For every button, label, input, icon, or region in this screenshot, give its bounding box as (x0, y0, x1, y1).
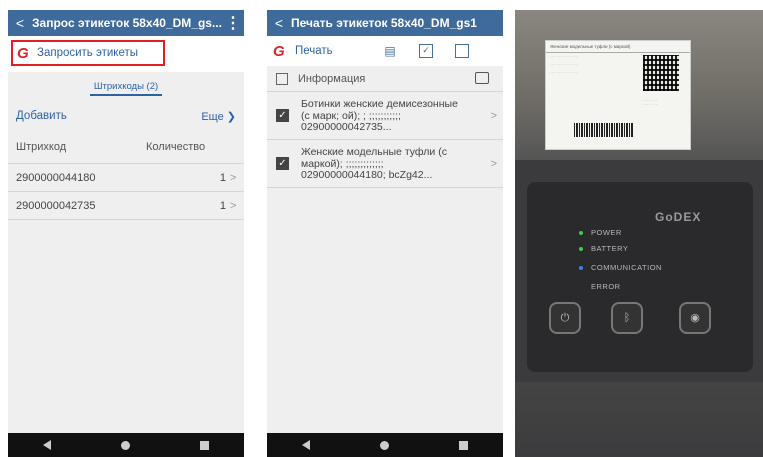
checkbox-checked[interactable]: ✓ (276, 109, 289, 122)
bluetooth-button-icon: ᛒ (611, 302, 643, 334)
barcode-cell: 2900000042735 (16, 199, 96, 212)
list-item[interactable]: ✓ Ботинки женские демисезонные (с марк; … (267, 92, 503, 140)
item-text: Ботинки женские демисезонные (с марк; ой… (301, 98, 458, 133)
back-arrow-icon[interactable]: < (267, 15, 291, 31)
barcode-cell: 2900000044180 (16, 171, 96, 184)
list-item[interactable]: ✓ Женские модельные туфли (с маркой); ;;… (267, 140, 503, 188)
app-bar: < Запрос этикеток 58х40_DM_gs... ⋮ (8, 10, 244, 36)
request-labels-button[interactable]: G Запросить этикеты (11, 40, 165, 66)
more-button[interactable]: Еще ❯ (201, 110, 236, 123)
toolbar: G Запросить этикеты (8, 36, 244, 72)
list-header: Информация (267, 66, 503, 92)
label-title: Женские модельные туфли (с маркой) (546, 41, 690, 53)
printer-icon[interactable] (475, 72, 489, 84)
nav-recent-icon[interactable] (459, 440, 468, 450)
printer-body (527, 182, 753, 372)
printer-photo: Женские модельные туфли (с маркой) · · ·… (515, 10, 763, 457)
chevron-right-icon: > (230, 171, 237, 184)
more-label: Еще (201, 110, 224, 123)
led-indicator-icon (579, 284, 583, 289)
led-indicator-icon (579, 246, 583, 251)
brand-logo-icon: G (273, 42, 285, 60)
table-header: Штрихкод Количество (8, 130, 244, 164)
select-all-icon[interactable]: ✓ (419, 44, 433, 58)
label-line: · · · · · · · · · · · · · (550, 71, 578, 75)
request-labels-screen: < Запрос этикеток 58х40_DM_gs... ⋮ G Зап… (8, 10, 244, 457)
barcode-list-icon[interactable]: ▤ (383, 44, 397, 58)
led-row: COMMUNICATION (579, 263, 662, 272)
led-label: ERROR (591, 282, 621, 291)
led-row: BATTERY (579, 244, 628, 253)
tab-barcodes[interactable]: Штрихкоды (2) (89, 79, 163, 96)
quantity-cell: 1 (219, 199, 226, 212)
led-row: POWER (579, 228, 622, 237)
copy-icon[interactable] (455, 44, 469, 58)
app-bar: < Печать этикеток 58х40_DM_gs1 (267, 10, 503, 36)
label-side-text: · · · · · · · · · · · · · · (643, 99, 657, 107)
nav-recent-icon[interactable] (200, 440, 209, 450)
chevron-right-icon: > (490, 158, 497, 170)
header-checkbox-icon[interactable] (276, 72, 288, 85)
screen-title: Печать этикеток 58х40_DM_gs1 (291, 16, 477, 30)
led-indicator-icon (579, 265, 583, 270)
more-vert-icon[interactable]: ⋮ (222, 13, 244, 33)
printed-label: Женские модельные туфли (с маркой) · · ·… (545, 40, 691, 150)
chevron-right-icon: > (230, 199, 237, 212)
chevron-right-icon: ❯ (226, 110, 236, 123)
chevron-right-icon: > (490, 110, 497, 122)
power-button-icon: ⏻ (549, 302, 581, 334)
add-button[interactable]: Добавить (16, 110, 67, 122)
datamatrix-code (643, 55, 679, 91)
feed-button-icon: ◉ (679, 302, 711, 334)
photo-bottom (515, 382, 763, 457)
screen-title: Запрос этикеток 58х40_DM_gs... (32, 16, 222, 30)
nav-home-icon[interactable] (121, 440, 130, 450)
nav-home-icon[interactable] (380, 440, 389, 450)
nav-back-icon[interactable] (43, 440, 51, 450)
column-header-barcode: Штрихкод (16, 140, 67, 153)
brand-logo-icon: G (17, 44, 29, 62)
request-labels-label: Запросить этикеты (37, 47, 139, 59)
info-header-label: Информация (298, 72, 366, 85)
label-line: · · · · · · · · · · · · · (550, 63, 578, 67)
print-button[interactable]: Печать (295, 45, 333, 57)
led-indicator-icon (579, 230, 583, 235)
barcode (574, 123, 634, 137)
print-labels-screen: < Печать этикеток 58х40_DM_gs1 G Печать … (267, 10, 503, 457)
label-line: · · · · · · · · · · · · · (550, 55, 578, 59)
led-label: POWER (591, 228, 622, 237)
android-nav-bar (8, 433, 244, 457)
tabs: Штрихкоды (2) (8, 72, 244, 102)
android-nav-bar (267, 433, 503, 457)
printer-brand: GoDEX (655, 210, 702, 224)
table-row[interactable]: 2900000042735 1 > (8, 192, 244, 220)
quantity-cell: 1 (219, 171, 226, 184)
back-arrow-icon[interactable]: < (8, 15, 32, 31)
checkbox-checked[interactable]: ✓ (276, 157, 289, 170)
led-row: ERROR (579, 282, 621, 291)
column-header-quantity: Количество (146, 140, 206, 153)
led-label: COMMUNICATION (591, 263, 662, 272)
item-text: Женские модельные туфли (с маркой); ;;;;… (301, 146, 447, 181)
led-label: BATTERY (591, 244, 629, 253)
nav-back-icon[interactable] (302, 440, 310, 450)
toolbar: G Печать ▤ ✓ (267, 36, 503, 66)
actions-bar: Добавить Еще ❯ (8, 102, 244, 130)
table-row[interactable]: 2900000044180 1 > (8, 164, 244, 192)
